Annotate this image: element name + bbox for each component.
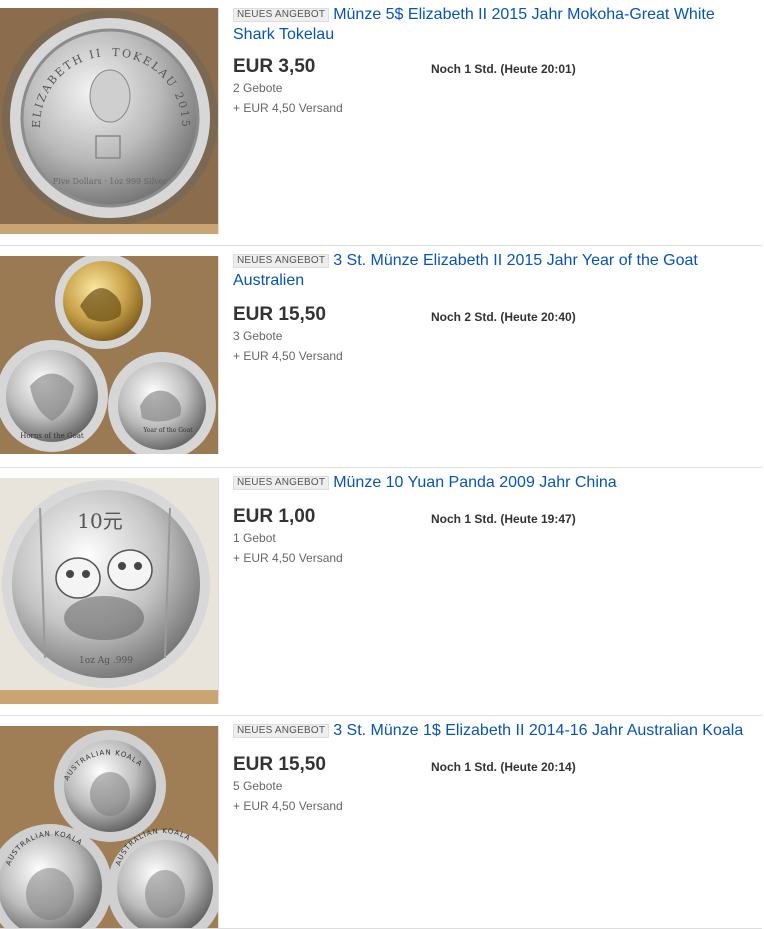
new-listing-badge: NEUES ANGEBOT: [233, 254, 330, 268]
coin-bottom-text: 1oz Ag .999: [79, 656, 133, 666]
listing-title-line: NEUES ANGEBOT 3 St. Münze 1$ Elizabeth II…: [233, 721, 753, 741]
listing-thumbnail[interactable]: 10元 1oz Ag .999: [0, 478, 219, 704]
listing-time-left: Noch 1 Std. (Heute 20:01): [431, 62, 576, 76]
listing-price: EUR 1,00: [233, 506, 316, 527]
listing-title-link[interactable]: 3 St. Münze 1$ Elizabeth II 2014-16 Jahr…: [333, 722, 743, 739]
listing-shipping: + EUR 4,50 Versand: [233, 551, 343, 565]
listing-price: EUR 15,50: [233, 304, 326, 325]
coin-photo-image: Horns of the Goat Year of the Goat: [0, 256, 218, 454]
coin-photo-image: ELIZABETH II TOKELAU 2015 Five Dollars ·…: [0, 8, 218, 234]
listing-time-left: Noch 1 Std. (Heute 20:14): [431, 760, 576, 774]
listing-thumbnail[interactable]: Horns of the Goat Year of the Goat: [0, 256, 219, 454]
listing-shipping: + EUR 4,50 Versand: [233, 799, 343, 813]
listing-shipping: + EUR 4,50 Versand: [233, 101, 343, 115]
coin-left-text: Horns of the Goat: [20, 432, 84, 440]
coin-photo-image: 10元 1oz Ag .999: [0, 478, 218, 704]
listing-price: EUR 15,50: [233, 754, 326, 775]
listing-shipping: + EUR 4,50 Versand: [233, 349, 343, 363]
listing-title-line: NEUES ANGEBOT Münze 10 Yuan Panda 2009 Ja…: [233, 473, 753, 493]
listing-title-link[interactable]: Münze 10 Yuan Panda 2009 Jahr China: [333, 474, 616, 491]
listing-title-line: NEUES ANGEBOT Münze 5$ Elizabeth II 2015 …: [233, 5, 753, 45]
listing-item: 10元 1oz Ag .999 NEUES ANGEBOT Münze 10 Yu…: [0, 468, 762, 716]
listing-thumbnail[interactable]: AUSTRALIAN KOALA AUSTRALIAN KOALA AUSTRA…: [0, 726, 219, 928]
new-listing-badge: NEUES ANGEBOT: [233, 476, 330, 490]
new-listing-badge: NEUES ANGEBOT: [233, 724, 330, 738]
listing-item: ELIZABETH II TOKELAU 2015 Five Dollars ·…: [0, 0, 762, 246]
listing-title-line: NEUES ANGEBOT 3 St. Münze Elizabeth II 20…: [233, 251, 753, 291]
listing-bids: 1 Gebot: [233, 531, 276, 545]
coin-right-text: Year of the Goat: [142, 427, 193, 434]
coin-value-text: 10元: [77, 509, 122, 533]
coin-bottom-text: Five Dollars · 1oz 999 Silver: [53, 177, 168, 186]
listing-bids: 5 Gebote: [233, 779, 283, 793]
listing-item: AUSTRALIAN KOALA AUSTRALIAN KOALA AUSTRA…: [0, 716, 762, 929]
listing-time-left: Noch 2 Std. (Heute 20:40): [431, 310, 576, 324]
coin-photo-image: AUSTRALIAN KOALA AUSTRALIAN KOALA AUSTRA…: [0, 726, 218, 928]
listing-price: EUR 3,50: [233, 56, 316, 77]
listing-bids: 2 Gebote: [233, 81, 283, 95]
listing-bids: 3 Gebote: [233, 329, 283, 343]
listing-thumbnail[interactable]: ELIZABETH II TOKELAU 2015 Five Dollars ·…: [0, 8, 219, 234]
new-listing-badge: NEUES ANGEBOT: [233, 8, 330, 22]
listing-time-left: Noch 1 Std. (Heute 19:47): [431, 512, 576, 526]
listing-item: Horns of the Goat Year of the Goat NEUES…: [0, 246, 762, 468]
